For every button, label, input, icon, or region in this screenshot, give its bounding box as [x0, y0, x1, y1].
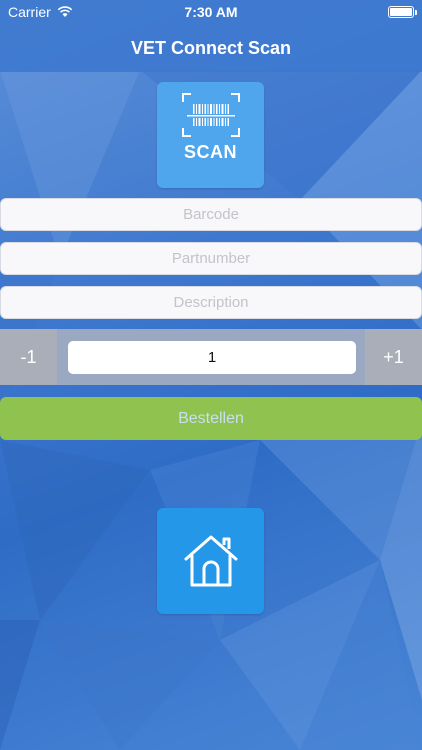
partnumber-field[interactable]	[0, 242, 422, 275]
barcode-field[interactable]	[0, 198, 422, 231]
status-bar: Carrier 7:30 AM	[0, 0, 422, 24]
order-button[interactable]: Bestellen	[0, 397, 422, 440]
home-icon	[184, 535, 237, 587]
increment-button[interactable]: +1	[365, 329, 422, 385]
home-button[interactable]	[157, 508, 264, 614]
decrement-button[interactable]: -1	[0, 329, 57, 385]
quantity-input[interactable]	[68, 341, 356, 374]
nav-bar: VET Connect Scan	[0, 24, 422, 72]
clock: 7:30 AM	[184, 4, 238, 20]
battery-icon	[388, 6, 417, 18]
barcode-scan-icon	[181, 93, 240, 137]
quantity-stepper: -1 +1	[0, 329, 422, 385]
scan-button[interactable]: SCAN	[157, 82, 264, 188]
page-title: VET Connect Scan	[130, 37, 292, 58]
scan-label: SCAN	[183, 142, 237, 162]
description-field[interactable]	[0, 286, 422, 319]
